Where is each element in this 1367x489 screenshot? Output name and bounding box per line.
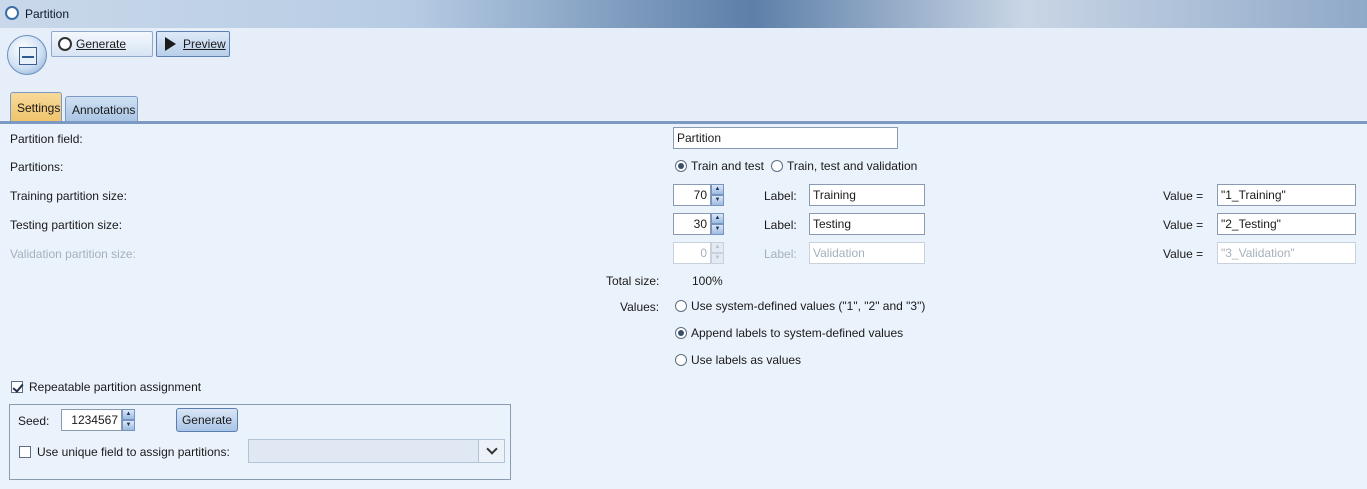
testing-size-label: Testing partition size: [10,218,123,232]
testing-size-spinner[interactable]: 30 ▲ ▼ [673,213,724,235]
radio-train-test-validation[interactable]: Train, test and validation [771,159,917,173]
radio-system-defined-values-dot [675,300,687,312]
testing-value-field: "2_Testing" [1217,213,1356,235]
seed-spinner[interactable]: 1234567 ▲ ▼ [61,409,135,431]
preview-button[interactable]: Preview [156,31,230,57]
total-size-value: 100% [692,274,723,288]
validation-size-label: Validation partition size: [10,247,136,261]
testing-value-caption: Value = [1163,218,1204,232]
validation-label-input: Validation [809,242,925,264]
repeatable-partition-label: Repeatable partition assignment [29,380,202,394]
generate-toolbar-button[interactable]: Generate [51,31,153,57]
title-bar: Partition [0,0,1367,28]
radio-system-defined-values-label: Use system-defined values ("1", "2" and … [691,299,926,313]
radio-append-labels[interactable]: Append labels to system-defined values [675,326,903,340]
spinner-down-icon[interactable]: ▼ [122,420,135,431]
repeatable-partition-check [11,381,23,393]
seed-label: Seed: [18,414,50,428]
unique-field-select [248,439,505,463]
unique-field-check [19,446,31,458]
app-icon [5,6,19,20]
radio-labels-as-values[interactable]: Use labels as values [675,353,801,367]
spinner-up-icon: ▲ [711,242,724,253]
testing-label-input[interactable]: Testing [809,213,925,235]
spinner-down-icon[interactable]: ▼ [711,224,724,235]
spinner-up-icon[interactable]: ▲ [711,184,724,195]
seed-value[interactable]: 1234567 [61,409,122,431]
spinner-down-icon: ▼ [711,253,724,264]
total-size-label: Total size: [606,274,660,288]
generate-toolbar-label: Generate [76,37,127,51]
validation-size-value: 0 [673,242,711,264]
radio-labels-as-values-label: Use labels as values [691,353,802,367]
spinner-up-icon[interactable]: ▲ [122,409,135,420]
radio-train-test-validation-dot [771,160,783,172]
repeatable-partition-checkbox[interactable]: Repeatable partition assignment [11,380,201,394]
seed-generate-button[interactable]: Generate [176,408,238,432]
training-value-field: "1_Training" [1217,184,1356,206]
spinner-up-icon[interactable]: ▲ [711,213,724,224]
radio-train-and-test-dot [675,160,687,172]
partition-node-icon [7,35,47,75]
unique-field-checkbox[interactable]: Use unique field to assign partitions: [19,445,230,459]
partitions-label: Partitions: [10,160,64,174]
radio-append-labels-dot [675,327,687,339]
radio-append-labels-label: Append labels to system-defined values [691,326,904,340]
validation-value-caption: Value = [1163,247,1204,261]
partition-field-input[interactable]: Partition [673,127,898,149]
seed-group: Seed: 1234567 ▲ ▼ Generate Use unique fie… [9,404,511,480]
radio-labels-as-values-dot [675,354,687,366]
values-label: Values: [620,300,660,314]
testing-size-value[interactable]: 30 [673,213,711,235]
training-label-caption: Label: [764,189,797,203]
training-size-label: Training partition size: [10,189,127,203]
partition-field-label: Partition field: [10,132,83,146]
play-icon [165,37,179,51]
radio-system-defined-values[interactable]: Use system-defined values ("1", "2" and … [675,299,925,313]
settings-panel: Partition field: Partition Partitions: T… [0,124,1367,489]
testing-label-caption: Label: [764,218,797,232]
generate-icon [58,37,72,51]
validation-label-caption: Label: [764,247,797,261]
window-title: Partition [25,7,70,21]
radio-train-and-test[interactable]: Train and test [675,159,764,173]
training-size-spinner[interactable]: 70 ▲ ▼ [673,184,724,206]
tab-annotations[interactable]: Annotations [65,96,138,122]
radio-train-test-validation-label: Train, test and validation [787,159,918,173]
unique-field-label: Use unique field to assign partitions: [37,445,230,459]
preview-label: Preview [183,37,226,51]
spinner-down-icon[interactable]: ▼ [711,195,724,206]
training-size-value[interactable]: 70 [673,184,711,206]
training-label-input[interactable]: Training [809,184,925,206]
training-value-caption: Value = [1163,189,1204,203]
validation-size-spinner: 0 ▲ ▼ [673,242,724,264]
validation-value-field: "3_Validation" [1217,242,1356,264]
tab-settings[interactable]: Settings [10,92,62,122]
field-picker-icon [478,440,504,462]
radio-train-and-test-label: Train and test [691,159,764,173]
